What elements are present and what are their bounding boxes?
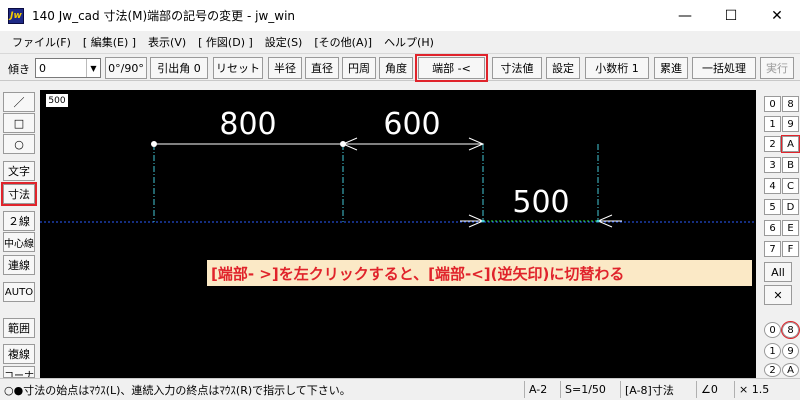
maximize-button[interactable]: ☐ — [708, 0, 754, 31]
batch-process-button[interactable]: 一括処理 — [692, 57, 756, 79]
offset-line-tool-button[interactable]: 複線 — [3, 344, 35, 364]
double-line-tool-button[interactable]: ２線 — [3, 211, 35, 231]
rectangle-tool-button[interactable]: □ — [3, 113, 35, 133]
jw-app-icon: Jw — [8, 7, 24, 24]
group-1-button[interactable]: 1 — [764, 343, 781, 359]
end-mark-button[interactable]: 端部 -< — [415, 54, 488, 82]
line-tool-button[interactable]: ／ — [3, 92, 35, 112]
tilt-value: 0 — [39, 61, 46, 75]
left-tool-palette: ／ □ ○ 文字 寸法 ２線 中心線 連線 AUTO 範囲 複線 コーナー — [0, 82, 38, 378]
group-2-button[interactable]: 2 — [764, 363, 781, 377]
menu-other[interactable]: [その他(A)] — [308, 34, 378, 50]
status-angle[interactable]: ∠0 — [696, 381, 732, 398]
layer-6-button[interactable]: 6 — [764, 220, 781, 236]
dimension-dot-500-right — [596, 219, 600, 223]
layer-0-button[interactable]: 0 — [764, 96, 781, 112]
angle-button[interactable]: 角度 — [379, 57, 413, 79]
layer-d-button[interactable]: D — [782, 199, 799, 215]
circle-tool-button[interactable]: ○ — [3, 134, 35, 154]
status-zoom[interactable]: × 1.5 — [734, 381, 796, 398]
radius-button[interactable]: 半径 — [268, 57, 302, 79]
jw-cad-window: Jw 140 Jw_cad 寸法(M)端部の記号の変更 - jw_win — ☐… — [0, 0, 800, 400]
minimize-button[interactable]: — — [662, 0, 708, 31]
dimension-value-500: 500 — [512, 185, 569, 220]
group-a-button[interactable]: A — [782, 363, 799, 377]
angle-0-90-button[interactable]: 0°/90° — [105, 57, 147, 79]
layer-a-button[interactable]: A — [781, 135, 800, 153]
dimension-value-800: 800 — [219, 107, 276, 142]
layer-3-button[interactable]: 3 — [764, 157, 781, 173]
group-9-button[interactable]: 9 — [782, 343, 799, 359]
connect-line-tool-button[interactable]: 連線 — [3, 255, 35, 275]
execute-button[interactable]: 実行 — [760, 57, 794, 79]
close-button[interactable]: ✕ — [754, 0, 800, 31]
layer-c-button[interactable]: C — [782, 178, 799, 194]
close-icon[interactable]: ✕ — [764, 285, 792, 305]
drawing-canvas[interactable]: 800 600 500 500 [端部- >]を左クリックすると、[端部-<](… — [40, 90, 756, 378]
group-0-button[interactable]: 0 — [764, 322, 781, 338]
menu-edit[interactable]: [ 編集(E) ] — [77, 34, 142, 50]
decimal-places-button[interactable]: 小数桁 1 — [585, 57, 649, 79]
menu-view[interactable]: 表示(V) — [142, 34, 192, 50]
layer-e-button[interactable]: E — [782, 220, 799, 236]
layer-f-button[interactable]: F — [782, 241, 799, 257]
dimension-dot-800-left — [151, 141, 157, 147]
status-layer-group[interactable]: A-2 — [524, 381, 558, 398]
menu-bar: ファイル(F) [ 編集(E) ] 表示(V) [ 作図(D) ] 設定(S) … — [0, 31, 800, 52]
menu-draw[interactable]: [ 作図(D) ] — [192, 34, 259, 50]
layer-4-button[interactable]: 4 — [764, 178, 781, 194]
layer-8-button[interactable]: 8 — [782, 96, 799, 112]
window-title: 140 Jw_cad 寸法(M)端部の記号の変更 - jw_win — [32, 9, 296, 23]
status-current-layer[interactable]: [A-8]寸法 — [620, 381, 694, 398]
layer-9-button[interactable]: 9 — [782, 116, 799, 132]
status-scale[interactable]: S=1/50 — [560, 381, 618, 398]
title-bar: Jw 140 Jw_cad 寸法(M)端部の記号の変更 - jw_win — ☐… — [0, 0, 800, 31]
tilt-select[interactable]: 0 ▼ — [35, 58, 101, 78]
cumulative-button[interactable]: 累進 — [654, 57, 688, 79]
corner-tool-button[interactable]: コーナー — [3, 366, 35, 378]
scale-badge: 500 — [46, 94, 68, 107]
circumference-button[interactable]: 円周 — [342, 57, 376, 79]
range-tool-button[interactable]: 範囲 — [3, 318, 35, 338]
layer-7-button[interactable]: 7 — [764, 241, 781, 257]
all-layers-button[interactable]: All — [764, 262, 792, 282]
text-tool-button[interactable]: 文字 — [3, 161, 35, 181]
layer-5-button[interactable]: 5 — [764, 199, 781, 215]
drawing-svg: 800 600 500 — [40, 107, 756, 228]
layer-1-button[interactable]: 1 — [764, 116, 781, 132]
center-line-tool-button[interactable]: 中心線 — [3, 232, 35, 252]
menu-settings[interactable]: 設定(S) — [259, 34, 309, 50]
dimension-value-button[interactable]: 寸法値 — [492, 57, 542, 79]
menu-help[interactable]: ヘルプ(H) — [378, 34, 440, 50]
auto-tool-button[interactable]: AUTO — [3, 282, 35, 302]
status-bar: ○●寸法の始点はﾏｳｽ(L)、連続入力の終点はﾏｳｽ(R)で指示して下さい。 A… — [0, 378, 800, 400]
tilt-label: 傾き — [8, 63, 30, 76]
dimension-dot-500-left — [481, 219, 485, 223]
settings-button[interactable]: 設定 — [546, 57, 580, 79]
dimension-toolbar: 傾き 0 ▼ 0°/90° 引出角 0 リセット 半径 直径 円周 角度 端部 … — [0, 53, 800, 82]
group-8-button[interactable]: 8 — [781, 321, 800, 339]
reset-button[interactable]: リセット — [213, 57, 263, 79]
menu-file[interactable]: ファイル(F) — [6, 34, 77, 50]
lead-angle-button[interactable]: 引出角 0 — [150, 57, 208, 79]
tutorial-annotation: [端部- >]を左クリックすると、[端部-<](逆矢印)に切替わる — [207, 260, 752, 286]
right-layer-palette: 0 8 1 9 2 A 3 B 4 C 5 D 6 E 7 F All ✕ 0 … — [756, 82, 800, 378]
chevron-down-icon[interactable]: ▼ — [86, 59, 100, 77]
layer-b-button[interactable]: B — [782, 157, 799, 173]
layer-2-button[interactable]: 2 — [764, 136, 781, 152]
dimension-tool-button[interactable]: 寸法 — [1, 182, 37, 206]
dimension-value-600: 600 — [383, 107, 440, 142]
diameter-button[interactable]: 直径 — [305, 57, 339, 79]
status-message: ○●寸法の始点はﾏｳｽ(L)、連続入力の終点はﾏｳｽ(R)で指示して下さい。 — [4, 384, 351, 397]
